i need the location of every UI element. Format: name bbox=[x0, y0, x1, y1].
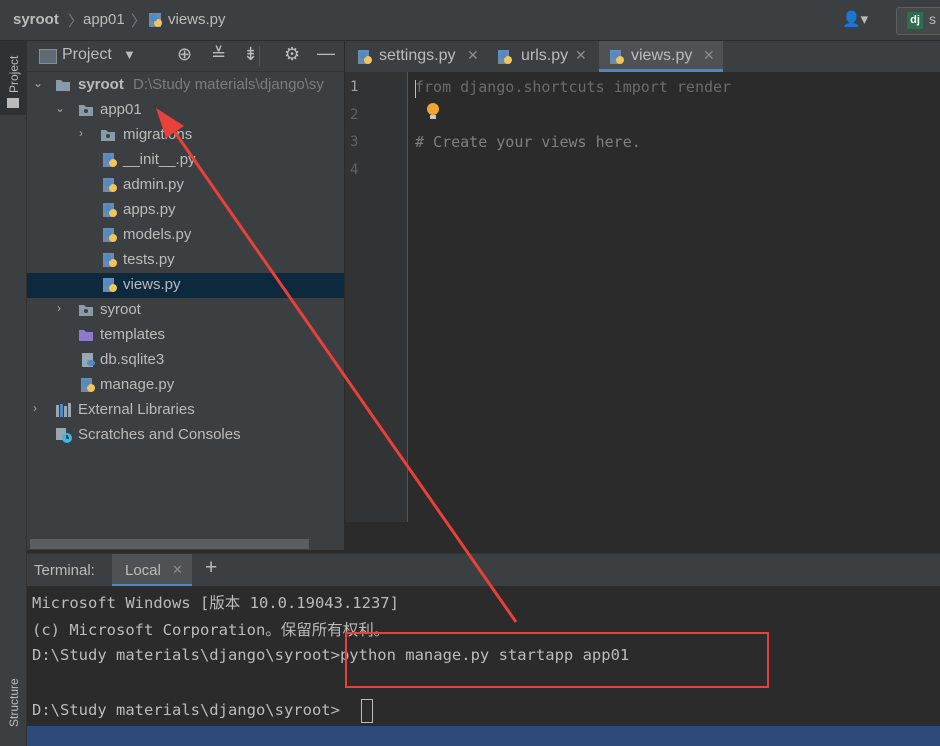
annotation-arrow bbox=[156, 108, 518, 623]
